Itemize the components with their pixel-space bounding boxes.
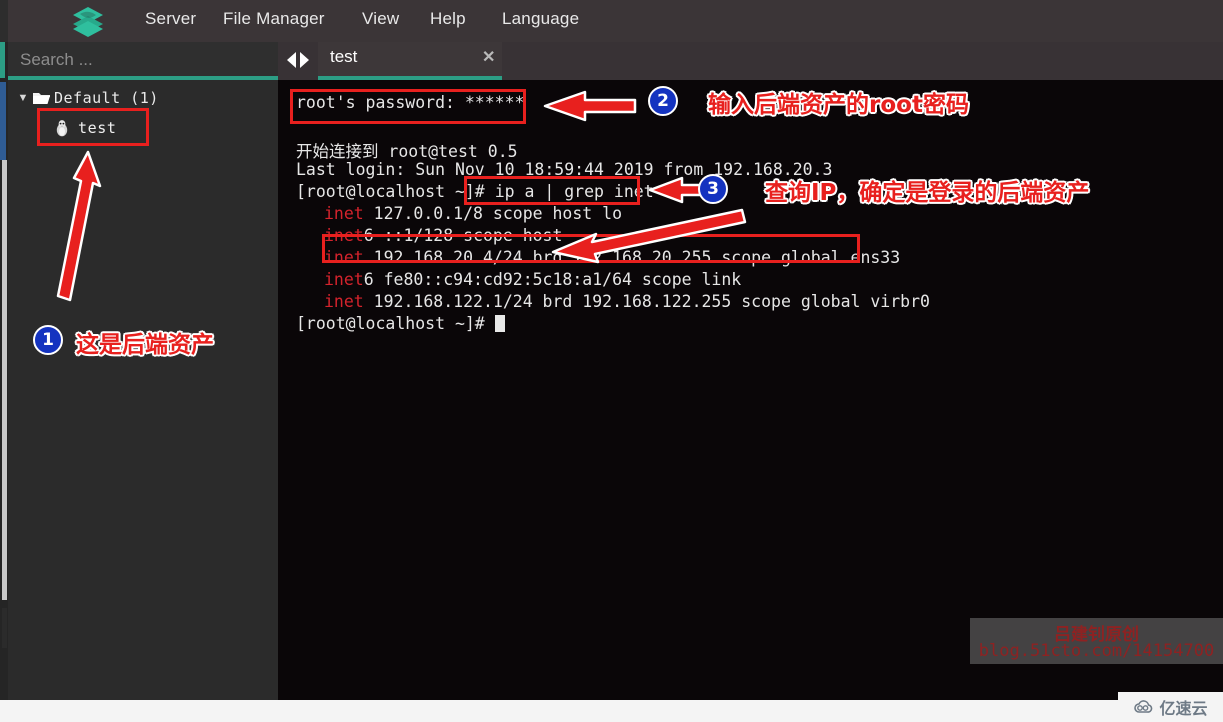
menu-item-server[interactable]: Server — [145, 9, 196, 29]
menu-item-file-manager[interactable]: File Manager — [223, 9, 325, 29]
highlight-box-command — [464, 176, 640, 205]
sidebar-blue-marker — [0, 82, 6, 160]
cloud-icon — [1134, 700, 1153, 713]
annotation-text-1: 这是后端资产 — [76, 332, 214, 358]
site-logo: 亿速云 — [1118, 692, 1223, 722]
sidebar-scrollbar-track[interactable] — [2, 608, 7, 648]
watermark: 吕建钊原创 blog.51cto.com/14154700 — [970, 618, 1223, 664]
menu-item-language[interactable]: Language — [502, 9, 579, 29]
folder-open-icon — [32, 90, 52, 106]
menu-item-help[interactable]: Help — [430, 9, 466, 29]
terminal-cursor — [494, 315, 505, 332]
terminal-line-inet-lo: inet 127.0.0.1/8 scope host lo — [324, 204, 622, 223]
tab-label: test — [330, 47, 358, 66]
annotation-text-2: 输入后端资产的root密码 — [708, 92, 969, 118]
highlight-box-password — [290, 89, 526, 124]
inet-value: 192.168.122.1/24 brd 192.168.122.255 sco… — [363, 292, 930, 311]
annotation-badge-2: 2 — [648, 86, 678, 116]
annotation-badge-1: 1 — [33, 325, 63, 355]
terminal-line-prompt-end: [root@localhost ~]# — [296, 314, 505, 333]
sidebar-accent-marker — [0, 42, 5, 78]
watermark-line-2: blog.51cto.com/14154700 — [978, 641, 1215, 661]
sidebar-scrollbar[interactable] — [2, 160, 7, 600]
chevron-down-icon[interactable]: ▼ — [14, 92, 32, 104]
layers-stack-icon — [70, 5, 106, 38]
menubar-left-strip — [0, 0, 8, 42]
annotation-text-3: 查询IP，确定是登录的后端资产 — [765, 180, 1090, 206]
inet-keyword: inet — [324, 292, 364, 311]
search-placeholder: Search ... — [20, 50, 93, 69]
annotation-badge-3: 3 — [698, 174, 728, 204]
inet-keyword: inet — [324, 204, 364, 223]
bottom-bar — [0, 700, 1118, 722]
highlight-box-tree-item — [37, 108, 149, 146]
terminal-line-connect: 开始连接到 root@test 0.5 — [296, 142, 518, 161]
left-right-arrows-icon[interactable] — [284, 49, 312, 71]
inet-keyword: inet — [324, 270, 364, 289]
application-window: Server File Manager View Help Language S… — [0, 0, 1223, 722]
site-logo-label: 亿速云 — [1159, 699, 1208, 718]
inet-value: 127.0.0.1/8 scope host lo — [363, 204, 623, 223]
menu-item-view[interactable]: View — [362, 9, 399, 29]
tree-group-label: Default (1) — [54, 89, 159, 107]
inet-value: 6 fe80::c94:cd92:5c18:a1/64 scope link — [363, 270, 742, 289]
terminal-line-inet-virbr: inet 192.168.122.1/24 brd 192.168.122.25… — [324, 292, 930, 311]
close-icon[interactable]: ✕ — [482, 47, 495, 67]
terminal-prompt: [root@localhost ~]# — [296, 314, 495, 333]
search-underline — [8, 76, 278, 80]
highlight-box-inet-ens33 — [322, 234, 860, 263]
terminal-line-inet6-link: inet6 fe80::c94:cd92:5c18:a1/64 scope li… — [324, 270, 741, 289]
